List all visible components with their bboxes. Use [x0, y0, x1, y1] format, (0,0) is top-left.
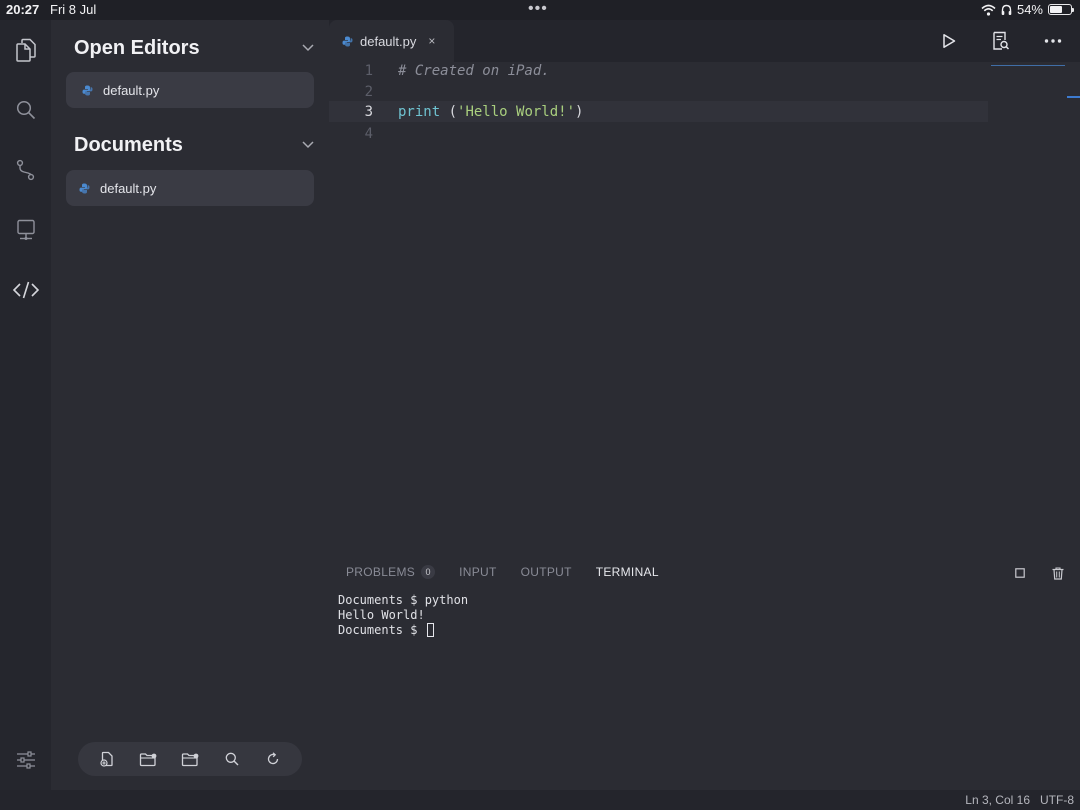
battery-percent: 54% [1016, 2, 1043, 17]
code-line[interactable]: 2 [329, 81, 988, 102]
python-file-icon [79, 183, 90, 194]
tab-default-py[interactable]: default.py × [329, 20, 454, 62]
battery-icon [1048, 4, 1074, 15]
line-number: 1 [364, 62, 373, 79]
settings-sliders-icon[interactable] [0, 740, 51, 780]
status-date: Fri 8 Jul [50, 2, 97, 17]
terminal-cursor [426, 623, 434, 637]
explorer-sidebar: Open Editors default.py Documents defaul… [51, 20, 329, 790]
open-editors-title: Open Editors [74, 36, 200, 59]
multitasking-dots-icon[interactable]: ••• [528, 0, 548, 18]
problems-count-badge: 0 [421, 565, 436, 579]
trash-icon[interactable] [1048, 563, 1068, 583]
explorer-icon[interactable] [0, 30, 51, 70]
code-icon[interactable] [0, 270, 51, 310]
chevron-down-icon[interactable] [302, 141, 314, 149]
close-tab-icon[interactable]: × [428, 34, 435, 48]
status-time: 20:27 [6, 2, 40, 17]
editor-status-bar: Ln 3, Col 16 UTF-8 [0, 790, 1080, 810]
file-encoding[interactable]: UTF-8 [1040, 793, 1074, 807]
run-button[interactable] [936, 28, 962, 54]
open-folder-icon[interactable] [176, 745, 204, 773]
source-control-icon[interactable] [0, 150, 51, 190]
activity-bar [0, 20, 51, 790]
tab-label: default.py [360, 33, 417, 49]
documents-header[interactable]: Documents [74, 130, 314, 160]
code-string: 'Hello World!' [457, 103, 576, 120]
open-editor-item[interactable]: default.py [66, 72, 314, 108]
maximize-panel-icon[interactable] [1010, 563, 1030, 583]
more-options-icon[interactable] [1040, 28, 1066, 54]
documents-title: Documents [74, 133, 183, 156]
line-number: 2 [364, 83, 373, 100]
problems-label: PROBLEMS [346, 565, 416, 579]
line-number: 4 [364, 125, 373, 142]
terminal-prompt: Documents $ [338, 623, 425, 637]
document-filename: default.py [100, 180, 157, 196]
ios-status-bar: 20:27 Fri 8 Jul ••• 54% [0, 0, 1080, 20]
refresh-icon[interactable] [259, 745, 287, 773]
minimap[interactable] [991, 62, 1067, 68]
tab-bar: default.py × [329, 20, 1080, 62]
code-paren: ( [440, 103, 458, 120]
tab-input[interactable]: INPUT [459, 565, 497, 579]
scrollbar-marker[interactable] [1067, 96, 1080, 98]
code-function: print [398, 103, 441, 120]
chevron-down-icon[interactable] [302, 44, 314, 52]
terminal-output[interactable]: Documents $ python Hello World! Documents … [338, 593, 468, 638]
headphones-icon [1001, 4, 1012, 16]
code-paren-close: ) [575, 103, 584, 120]
new-file-icon[interactable] [93, 745, 121, 773]
search-icon[interactable] [0, 90, 51, 130]
new-folder-icon[interactable] [134, 745, 162, 773]
terminal-line: Documents $ python [338, 593, 469, 607]
code-line[interactable]: 1 # Created on iPad. [329, 60, 988, 81]
code-comment: # Created on iPad. [398, 62, 550, 79]
cursor-position[interactable]: Ln 3, Col 16 [965, 793, 1030, 807]
tab-output[interactable]: OUTPUT [521, 565, 572, 579]
open-editor-filename: default.py [103, 82, 160, 98]
explorer-toolbar [78, 742, 302, 776]
editor-area: default.py × 1 # Created on iPad. 2 3 pr… [329, 20, 1080, 790]
code-editor[interactable]: 1 # Created on iPad. 2 3 print ('Hello W… [329, 60, 989, 540]
code-line[interactable]: 4 [329, 123, 988, 144]
line-number: 3 [364, 103, 373, 120]
document-file-item[interactable]: default.py [66, 170, 314, 206]
remote-host-icon[interactable] [0, 210, 51, 250]
tab-terminal[interactable]: TERMINAL [596, 565, 659, 579]
python-file-icon [342, 36, 353, 47]
open-editors-header[interactable]: Open Editors [74, 33, 314, 63]
wifi-icon [981, 4, 996, 16]
bottom-panel: PROBLEMS 0 INPUT OUTPUT TERMINAL Document… [329, 560, 1080, 790]
preview-search-icon[interactable] [988, 28, 1014, 54]
tab-problems[interactable]: PROBLEMS 0 [346, 565, 436, 579]
search-files-icon[interactable] [218, 745, 246, 773]
terminal-line: Hello World! [338, 608, 425, 622]
code-line-active[interactable]: 3 print ('Hello World!') [329, 101, 988, 122]
python-file-icon [82, 85, 93, 96]
